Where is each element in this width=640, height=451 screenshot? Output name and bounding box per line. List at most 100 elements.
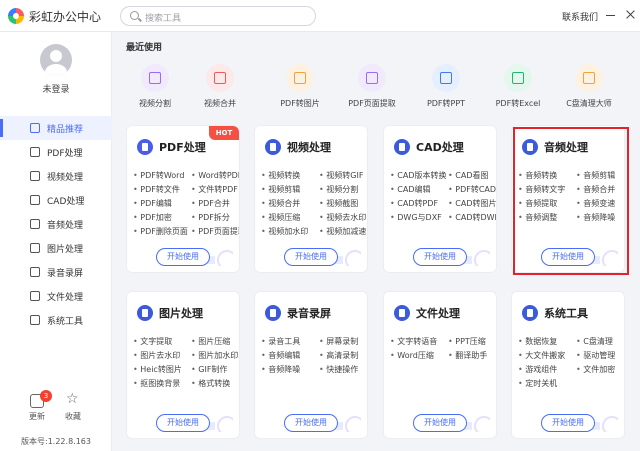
card-tool-link[interactable]: 图片压缩 (191, 336, 239, 348)
sidebar-item-video[interactable]: 视频处理 (0, 164, 112, 188)
recent-item-c-drive-cleaner[interactable]: C盘清理大师 (557, 64, 621, 109)
card-tool-link[interactable]: 屏幕录制 (319, 336, 367, 348)
search-input[interactable]: 搜索工具 (120, 6, 316, 26)
card-tool-link[interactable]: PDF合并 (191, 198, 239, 210)
card-title: PDF处理 (159, 141, 206, 154)
card-tool-link[interactable]: 视频合并 (261, 198, 319, 210)
card-tool-link[interactable]: Word压缩 (390, 350, 448, 362)
recent-item-video-merge[interactable]: 视频合并 (188, 64, 252, 109)
card-tool-link[interactable]: PDF拆分 (191, 212, 239, 224)
card-title: 文件处理 (416, 307, 460, 320)
card-tool-link[interactable]: PDF加密 (133, 212, 191, 224)
pdf-page-extract-icon (358, 64, 386, 92)
sidebar-item-cad[interactable]: CAD处理 (0, 188, 112, 212)
start-button-image[interactable]: 开始使用 (156, 414, 210, 432)
cad-card-icon (394, 139, 410, 155)
card-tool-link[interactable]: C盘清理 (576, 336, 624, 348)
cad-icon (30, 195, 40, 205)
card-tool-link[interactable]: 文件转PDF (191, 184, 239, 196)
sidebar-item-label: 录音录屏 (47, 269, 84, 279)
card-tool-list: 录音工具屏幕录制音频编辑高清录制音频降噪快捷操作 (261, 336, 367, 376)
card-tool-link[interactable]: PDF转CAD (448, 184, 496, 196)
recent-item-pdf-to-image[interactable]: PDF转图片 (268, 64, 332, 109)
c-drive-cleaner-icon (575, 64, 603, 92)
sidebar-item-featured[interactable]: 精品推荐 (0, 116, 112, 140)
card-tool-link[interactable]: 视频转换 (261, 170, 319, 182)
card-tool-link[interactable]: 文字提取 (133, 336, 191, 348)
pdf-to-excel-icon (504, 64, 532, 92)
pdf-to-image-glyph-icon (294, 72, 306, 84)
recent-item-label: C盘清理大师 (566, 99, 612, 108)
card-tool-link[interactable]: GIF制作 (191, 364, 239, 376)
card-tool-link[interactable]: PPT压缩 (448, 336, 496, 348)
card-tool-link[interactable]: 视频截图 (319, 198, 367, 210)
sidebar-item-file[interactable]: 文件处理 (0, 284, 112, 308)
login-status[interactable]: 未登录 (0, 82, 112, 95)
card-tool-link[interactable]: 翻译助手 (448, 350, 496, 362)
card-tool-link[interactable]: 视频分割 (319, 184, 367, 196)
recent-item-pdf-to-ppt[interactable]: PDF转PPT (414, 64, 478, 109)
card-tool-link[interactable]: CAD编辑 (390, 184, 448, 196)
start-button-pdf[interactable]: 开始使用 (156, 248, 210, 266)
card-tool-link[interactable]: 大文件搬家 (518, 350, 576, 362)
start-button-file[interactable]: 开始使用 (413, 414, 467, 432)
card-tool-link[interactable]: CAD转图片 (448, 198, 496, 210)
card-tool-link[interactable]: CAD版本转换 (390, 170, 448, 182)
card-tool-link[interactable]: 视频加水印 (261, 226, 319, 238)
favorite-button[interactable]: 收藏 (58, 391, 88, 422)
card-tool-link[interactable]: CAD转PDF (390, 198, 448, 210)
contact-us-link[interactable]: 联系我们 (562, 10, 598, 23)
sidebar-item-audio[interactable]: 音频处理 (0, 212, 112, 236)
start-button-recording[interactable]: 开始使用 (284, 414, 338, 432)
card-tool-link[interactable]: 文字转语音 (390, 336, 448, 348)
sidebar-item-recording[interactable]: 录音录屏 (0, 260, 112, 284)
card-tool-link[interactable]: PDF页面提取 (191, 226, 239, 238)
card-tool-link[interactable]: 游戏组件 (518, 364, 576, 376)
card-tool-link[interactable]: 高清录制 (319, 350, 367, 362)
card-tool-link[interactable]: 视频剪辑 (261, 184, 319, 196)
card-pdf: PDF处理HOT PDF转WordWord转PDFPDF转文件文件转PDFPDF编… (126, 125, 240, 273)
card-tool-link[interactable]: 抠图换背景 (133, 378, 191, 390)
card-tool-link[interactable]: 驱动管理 (576, 350, 624, 362)
recent-item-pdf-page-extract[interactable]: PDF页面提取 (340, 64, 404, 109)
start-button-cad[interactable]: 开始使用 (413, 248, 467, 266)
start-button-system[interactable]: 开始使用 (541, 414, 595, 432)
card-tool-link[interactable]: CAD看图 (448, 170, 496, 182)
close-icon[interactable] (624, 8, 638, 22)
pdf-to-ppt-glyph-icon (440, 72, 452, 84)
card-tool-link[interactable]: 文件加密 (576, 364, 624, 376)
card-tool-link[interactable]: PDF删除页面 (133, 226, 191, 238)
card-tool-link[interactable]: PDF转Word (133, 170, 191, 182)
card-tool-link[interactable]: CAD转DWF (448, 212, 496, 224)
card-tool-link[interactable]: 快捷操作 (319, 364, 367, 376)
sidebar-item-label: 精品推荐 (47, 125, 84, 135)
card-tool-link[interactable]: Word转PDF (191, 170, 239, 182)
recent-item-video-split[interactable]: 视频分割 (123, 64, 187, 109)
start-button-video[interactable]: 开始使用 (284, 248, 338, 266)
card-tool-link[interactable]: DWG与DXF (390, 212, 448, 224)
sidebar-item-image[interactable]: 图片处理 (0, 236, 112, 260)
card-tool-link[interactable]: 图片加水印 (191, 350, 239, 362)
card-tool-link[interactable]: 视频压缩 (261, 212, 319, 224)
card-tool-link[interactable]: 视频去水印 (319, 212, 367, 224)
card-tool-link[interactable]: 录音工具 (261, 336, 319, 348)
minimize-icon[interactable] (604, 8, 618, 22)
card-tool-link[interactable]: 视频加减速 (319, 226, 367, 238)
sidebar-item-pdf[interactable]: PDF处理 (0, 140, 112, 164)
avatar[interactable] (40, 44, 72, 76)
card-tool-link[interactable]: 定时关机 (518, 378, 576, 390)
recent-item-pdf-to-excel[interactable]: PDF转Excel (486, 64, 550, 109)
card-tool-link[interactable]: PDF编辑 (133, 198, 191, 210)
card-tool-link[interactable]: PDF转文件 (133, 184, 191, 196)
card-tool-link[interactable]: 格式转换 (191, 378, 239, 390)
card-image: 图片处理文字提取图片压缩图片去水印图片加水印Heic转图片GIF制作抠图换背景格… (126, 291, 240, 439)
card-tool-link[interactable]: 视频转GIF (319, 170, 367, 182)
card-tool-link[interactable]: Heic转图片 (133, 364, 191, 376)
card-tool-link[interactable]: 音频降噪 (261, 364, 319, 376)
card-tool-link[interactable]: 数据恢复 (518, 336, 576, 348)
recent-item-label: PDF页面提取 (348, 99, 396, 108)
sidebar-item-system[interactable]: 系统工具 (0, 308, 112, 332)
card-tool-link[interactable]: 音频编辑 (261, 350, 319, 362)
card-tool-link[interactable]: 图片去水印 (133, 350, 191, 362)
update-label: 更新 (29, 412, 45, 421)
